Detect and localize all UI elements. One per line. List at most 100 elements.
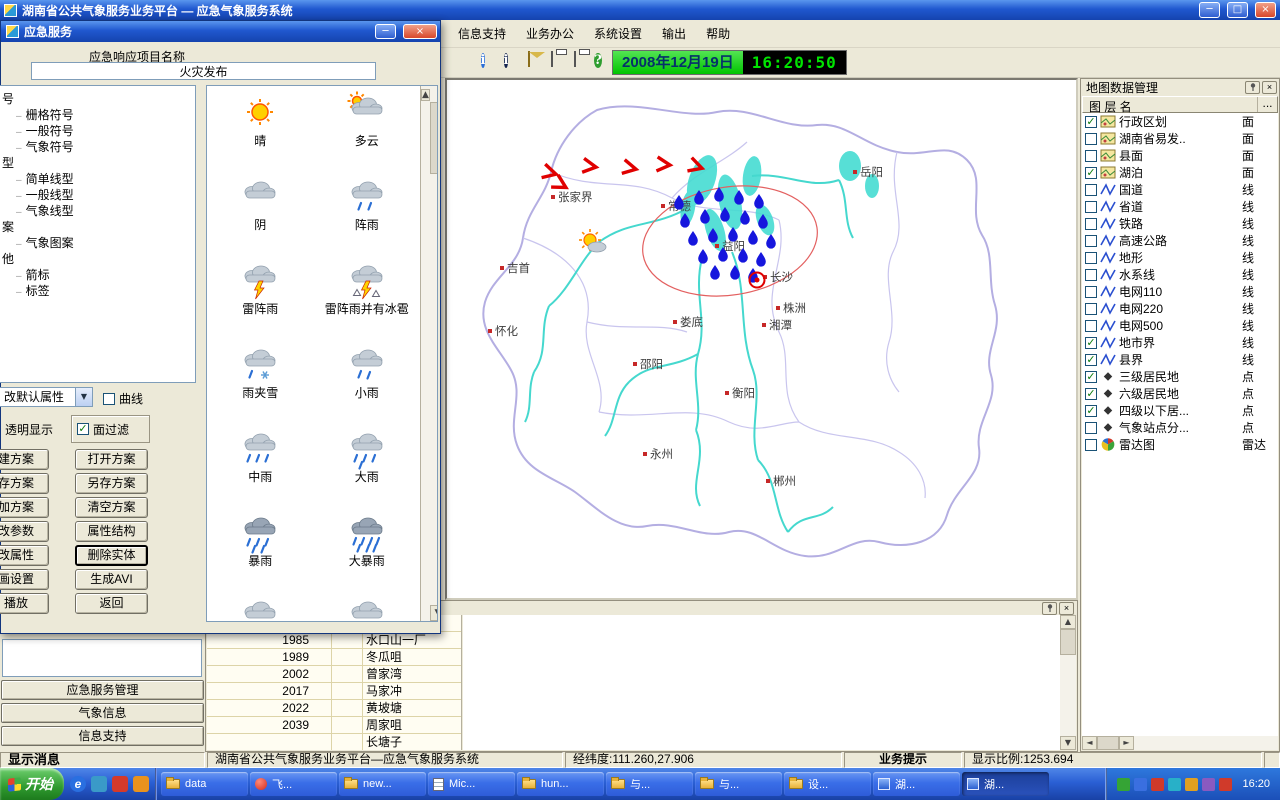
- dialog-titlebar[interactable]: 应急服务 ─ ×: [1, 21, 440, 42]
- scroll-left-icon[interactable]: ◄: [1082, 736, 1097, 750]
- layer-checkbox[interactable]: [1085, 320, 1097, 332]
- weather-symbol[interactable]: 多云: [314, 91, 421, 175]
- layer-more-button[interactable]: ...: [1257, 97, 1277, 112]
- taskbar-item[interactable]: 与...: [695, 772, 782, 796]
- scroll-thumb[interactable]: [430, 102, 438, 174]
- project-name-input[interactable]: [31, 62, 376, 80]
- layer-checkbox[interactable]: [1085, 439, 1097, 451]
- layer-checkbox[interactable]: [1085, 218, 1097, 230]
- map-canvas[interactable]: 张家界岳阳常德益阳长沙吉首娄底株洲湘潭怀化邵阳衡阳永州郴州: [447, 80, 1076, 598]
- layer-checkbox[interactable]: [1085, 422, 1097, 434]
- layer-checkbox[interactable]: [1085, 252, 1097, 264]
- scroll-thumb[interactable]: [1060, 629, 1076, 655]
- taskbar-item[interactable]: 飞...: [250, 772, 337, 796]
- tray-icon-5[interactable]: [1185, 778, 1198, 791]
- tree-item[interactable]: –气象线型: [0, 203, 195, 219]
- weather-symbol[interactable]: 雷阵雨并有冰雹: [314, 259, 421, 343]
- taskbar-item[interactable]: Mic...: [428, 772, 515, 796]
- tree-item[interactable]: 号: [0, 91, 195, 107]
- table-row[interactable]: 2017马家冲: [207, 683, 461, 700]
- menu-item[interactable]: 输出: [654, 22, 694, 45]
- help-icon[interactable]: ?: [588, 52, 608, 72]
- pin-icon[interactable]: [1042, 602, 1057, 615]
- chevron-down-icon[interactable]: ▼: [75, 388, 92, 406]
- dialog-button[interactable]: 加方案: [0, 497, 49, 518]
- tray-icon-1[interactable]: [1117, 778, 1130, 791]
- close-button[interactable]: ×: [1255, 2, 1276, 18]
- tree-item[interactable]: –简单线型: [0, 171, 195, 187]
- mail-icon[interactable]: [519, 52, 539, 72]
- dialog-button[interactable]: 建方案: [0, 449, 49, 470]
- dialog-button[interactable]: 生成AVI: [75, 569, 148, 590]
- tree-item[interactable]: 他: [0, 251, 195, 267]
- dialog-button[interactable]: 删除实体: [75, 545, 148, 566]
- checkbox[interactable]: ✓: [77, 423, 89, 435]
- layer-row[interactable]: ✓地市界线: [1082, 334, 1278, 351]
- layer-row[interactable]: 水系线线: [1082, 266, 1278, 283]
- layer-checkbox[interactable]: [1085, 286, 1097, 298]
- layer-row[interactable]: 电网220线: [1082, 300, 1278, 317]
- tray-icon-6[interactable]: [1202, 778, 1215, 791]
- taskbar-item[interactable]: data: [161, 772, 248, 796]
- taskbar-item[interactable]: 与...: [606, 772, 693, 796]
- tray-icon-3[interactable]: [1151, 778, 1164, 791]
- dialog-button[interactable]: 改属性: [0, 545, 49, 566]
- left-panel-button[interactable]: 信息支持: [1, 726, 204, 746]
- tree-item[interactable]: –标签: [0, 283, 195, 299]
- layer-row[interactable]: 气象站点分...点: [1082, 419, 1278, 436]
- bottom-panel-vscrollbar[interactable]: ▲ ▼: [1060, 615, 1076, 750]
- dialog-minimize-button[interactable]: ─: [375, 24, 396, 39]
- message-listbox[interactable]: [2, 639, 202, 677]
- layer-row[interactable]: 地形线: [1082, 249, 1278, 266]
- table-row[interactable]: 2002曾家湾: [207, 666, 461, 683]
- layer-row[interactable]: ✓湖泊面: [1082, 164, 1278, 181]
- info-dark-icon[interactable]: i: [496, 52, 516, 72]
- tree-item[interactable]: –气象符号: [0, 139, 195, 155]
- weather-symbol[interactable]: 小雨: [314, 343, 421, 427]
- station-table[interactable]: 1951风羽村1985水口山一厂1989冬瓜咀2002曾家湾2017马家冲202…: [207, 615, 462, 750]
- left-panel-button[interactable]: 应急服务管理: [1, 680, 204, 700]
- tree-item[interactable]: –一般符号: [0, 123, 195, 139]
- dialog-button[interactable]: 另存方案: [75, 473, 148, 494]
- globe-icon[interactable]: [450, 52, 470, 72]
- layer-checkbox[interactable]: [1085, 235, 1097, 247]
- layer-checkbox[interactable]: ✓: [1085, 167, 1097, 179]
- weather-symbol[interactable]: 雨夹雪: [207, 343, 314, 427]
- scroll-right-icon[interactable]: ►: [1119, 736, 1134, 750]
- layer-row[interactable]: ✓县界线: [1082, 351, 1278, 368]
- layer-row[interactable]: 国道线: [1082, 181, 1278, 198]
- scroll-down-icon[interactable]: ▼: [430, 605, 438, 621]
- layer-checkbox[interactable]: ✓: [1085, 388, 1097, 400]
- taskbar-item[interactable]: 湖...: [962, 772, 1049, 796]
- maximize-button[interactable]: □: [1227, 2, 1248, 18]
- layer-row[interactable]: ✓四级以下居...点: [1082, 402, 1278, 419]
- checkbox[interactable]: [103, 393, 115, 405]
- layer-checkbox[interactable]: [1085, 150, 1097, 162]
- layer-checkbox[interactable]: ✓: [1085, 405, 1097, 417]
- print-icon[interactable]: [542, 52, 562, 72]
- layer-row[interactable]: 省道线: [1082, 198, 1278, 215]
- tray-icon-2[interactable]: [1134, 778, 1147, 791]
- tray-icon-7[interactable]: [1219, 778, 1232, 791]
- table-row[interactable]: 2039周家咀: [207, 717, 461, 734]
- layer-row[interactable]: 电网110线: [1082, 283, 1278, 300]
- taskbar-item[interactable]: new...: [339, 772, 426, 796]
- show-desktop-icon[interactable]: [91, 776, 107, 792]
- menu-item[interactable]: 信息支持: [450, 22, 514, 45]
- curve-checkbox[interactable]: 曲线: [103, 390, 143, 407]
- layer-panel-hscrollbar[interactable]: ◄ ►: [1082, 736, 1278, 750]
- layer-checkbox[interactable]: [1085, 184, 1097, 196]
- weather-symbol[interactable]: 暴雨: [207, 511, 314, 595]
- taskbar-item[interactable]: hun...: [517, 772, 604, 796]
- tree-item[interactable]: –箭标: [0, 267, 195, 283]
- layer-checkbox[interactable]: [1085, 303, 1097, 315]
- layer-checkbox[interactable]: ✓: [1085, 337, 1097, 349]
- layer-row[interactable]: 电网500线: [1082, 317, 1278, 334]
- ie-icon[interactable]: e: [70, 776, 86, 792]
- taskbar-item[interactable]: 设...: [784, 772, 871, 796]
- tree-item[interactable]: –气象图案: [0, 235, 195, 251]
- weather-symbol[interactable]: 中雨: [207, 427, 314, 511]
- menu-item[interactable]: 业务办公: [518, 22, 582, 45]
- layer-row[interactable]: ✓三级居民地点: [1082, 368, 1278, 385]
- close-icon[interactable]: ×: [1262, 81, 1277, 94]
